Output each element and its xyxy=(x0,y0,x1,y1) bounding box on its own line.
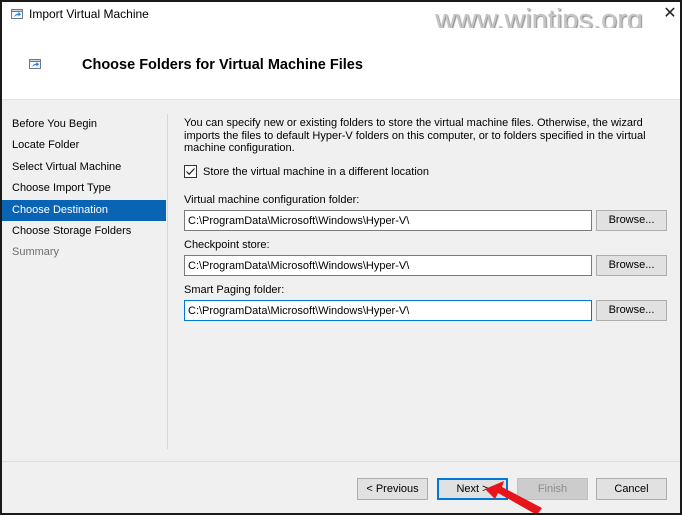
store-different-location-row[interactable]: Store the virtual machine in a different… xyxy=(184,165,429,178)
config-folder-browse-button[interactable]: Browse... xyxy=(596,210,667,231)
smart-paging-label: Smart Paging folder: xyxy=(184,284,285,296)
wizard-header: Choose Folders for Virtual Machine Files xyxy=(2,28,680,100)
sidebar-item-choose-storage-folders[interactable]: Choose Storage Folders xyxy=(2,221,166,242)
sidebar-item-locate-folder[interactable]: Locate Folder xyxy=(2,135,166,156)
sidebar-item-before-you-begin[interactable]: Before You Begin xyxy=(2,114,166,135)
checkpoint-store-browse-button[interactable]: Browse... xyxy=(596,255,667,276)
cancel-button[interactable]: Cancel xyxy=(596,478,667,500)
wizard-steps-nav: Before You Begin Locate Folder Select Vi… xyxy=(2,114,166,264)
sidebar-item-choose-import-type[interactable]: Choose Import Type xyxy=(2,178,166,199)
page-title: Choose Folders for Virtual Machine Files xyxy=(82,57,363,73)
next-button[interactable]: Next > xyxy=(437,478,508,500)
checkpoint-store-label: Checkpoint store: xyxy=(184,239,270,251)
title-bar: Import Virtual Machine www.wintips.org ✕ xyxy=(2,2,680,36)
import-vm-wizard-window: Import Virtual Machine www.wintips.org ✕… xyxy=(0,0,682,515)
sidebar-item-summary: Summary xyxy=(12,246,60,259)
import-vm-icon xyxy=(11,9,23,19)
destination-panel: You can specify new or existing folders … xyxy=(184,117,669,321)
store-different-location-label: Store the virtual machine in a different… xyxy=(203,165,430,178)
description-text: You can specify new or existing folders … xyxy=(184,117,646,154)
config-folder-input[interactable] xyxy=(184,210,592,231)
sidebar-divider xyxy=(167,114,168,449)
store-different-location-checkbox[interactable] xyxy=(184,165,197,178)
import-vm-icon xyxy=(29,59,41,69)
sidebar-item-select-virtual-machine[interactable]: Select Virtual Machine xyxy=(2,157,166,178)
finish-button: Finish xyxy=(517,478,588,500)
window-title: Import Virtual Machine xyxy=(29,7,149,21)
smart-paging-browse-button[interactable]: Browse... xyxy=(596,300,667,321)
footer-divider xyxy=(2,461,680,462)
checkmark-icon xyxy=(186,168,195,176)
sidebar-item-choose-destination[interactable]: Choose Destination xyxy=(2,199,166,221)
config-folder-label: Virtual machine configuration folder: xyxy=(184,194,360,206)
checkpoint-store-input[interactable] xyxy=(184,255,592,276)
previous-button[interactable]: < Previous xyxy=(357,478,428,500)
smart-paging-input[interactable] xyxy=(184,300,592,321)
close-button[interactable]: ✕ xyxy=(661,4,679,24)
